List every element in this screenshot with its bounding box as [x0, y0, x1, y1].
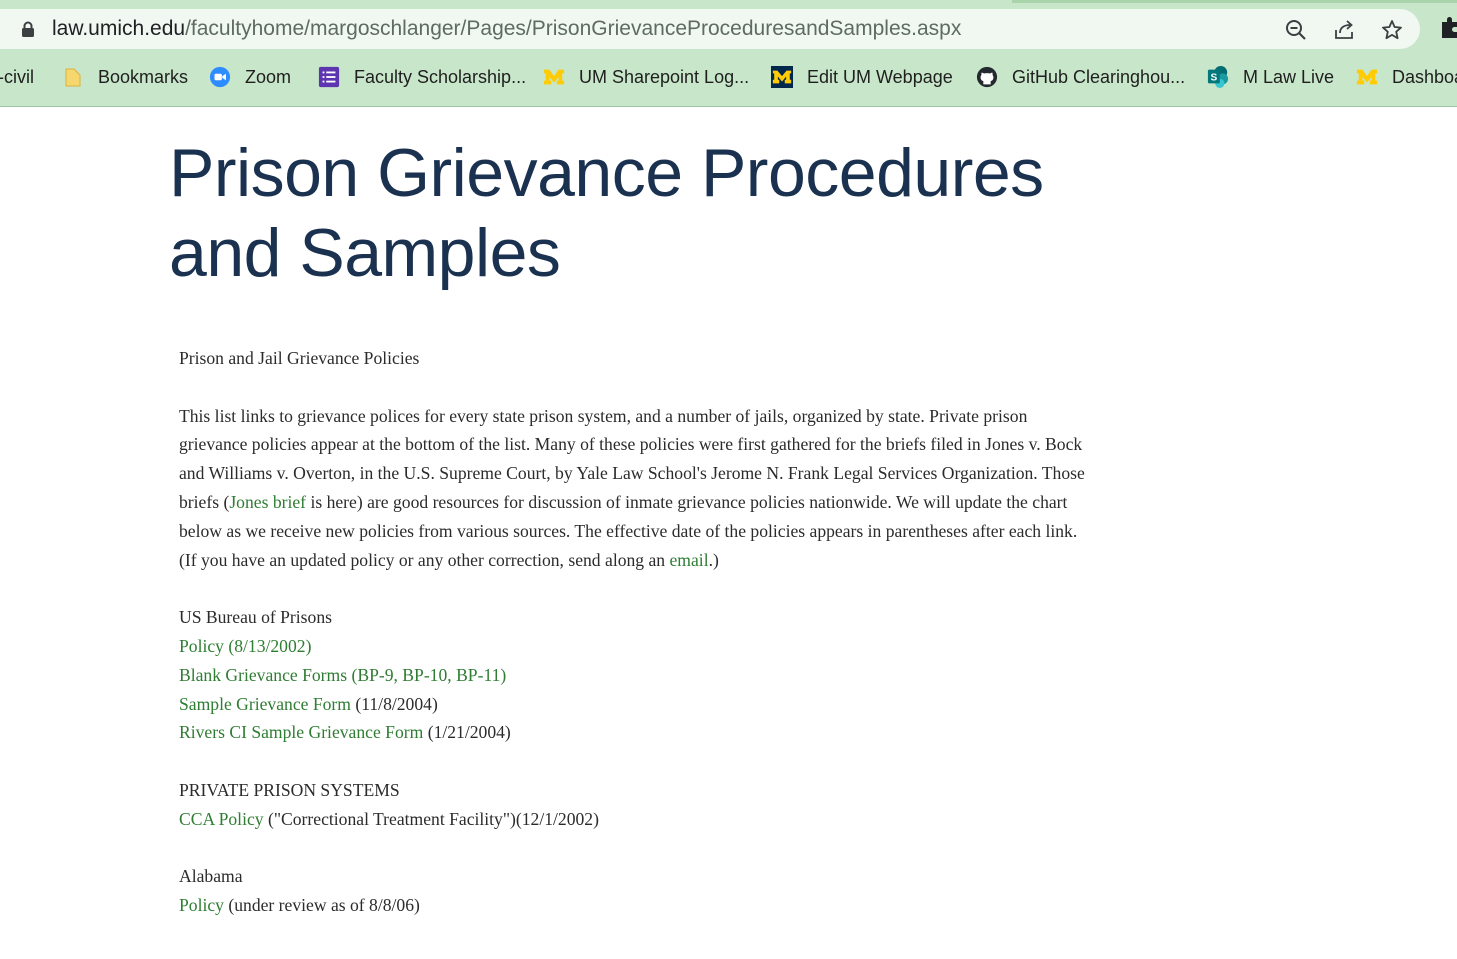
bookmark-label: Faculty Scholarship...: [354, 66, 527, 87]
article-body: Prison and Jail Grievance Policies This …: [179, 344, 1099, 920]
alabama-policy-link[interactable]: Policy: [179, 895, 224, 915]
bookmark-github-clearinghouse[interactable]: GitHub Clearinghou...: [976, 58, 1185, 96]
zoom-out-icon[interactable]: [1283, 17, 1309, 43]
folder-icon: [62, 66, 84, 88]
bookmark-zoom[interactable]: Zoom: [209, 58, 291, 96]
um-block-m-icon: [543, 66, 565, 88]
page-content: Prison Grievance Procedures and Samples …: [0, 107, 1457, 959]
svg-text:S: S: [1211, 73, 1218, 84]
list-item: Sample Grievance Form (11/8/2004): [179, 690, 1099, 719]
alabama-heading: Alabama: [179, 866, 243, 887]
bookmark-label: -civil: [0, 66, 34, 87]
url-path: /facultyhome/margoschlanger/Pages/Prison…: [185, 17, 962, 40]
list-app-icon: [318, 66, 340, 88]
intro-text-3: .): [708, 549, 719, 570]
list-item: Blank Grievance Forms (BP-9, BP-10, BP-1…: [179, 661, 1099, 690]
url-host: law.umich.edu: [52, 17, 186, 40]
um-block-m-icon: [1356, 66, 1378, 88]
item-date: (11/8/2004): [350, 693, 438, 714]
list-item: CCA Policy ("Correctional Treatment Faci…: [179, 805, 1099, 834]
url-text[interactable]: law.umich.edu/facultyhome/margoschlanger…: [52, 17, 961, 41]
jones-brief-link[interactable]: Jones brief: [229, 492, 306, 512]
bop-sample-form-link[interactable]: Sample Grievance Form: [179, 694, 351, 714]
um-block-m-dark-icon: [771, 66, 793, 88]
list-item: Policy (8/13/2002): [179, 632, 1099, 661]
bop-policy-link[interactable]: Policy (8/13/2002): [179, 636, 311, 656]
bookmark-label: Dashboa: [1392, 66, 1457, 87]
intro-text-2: is here) are good resources for discussi…: [179, 491, 1078, 570]
share-icon[interactable]: [1331, 17, 1357, 43]
bookmark-label: Edit UM Webpage: [807, 66, 953, 87]
page-title: Prison Grievance Procedures and Samples: [169, 135, 1044, 291]
private-prisons-heading: PRIVATE PRISON SYSTEMS: [179, 779, 400, 800]
email-link[interactable]: email: [670, 550, 709, 570]
github-icon: [976, 66, 998, 88]
lock-icon[interactable]: [20, 21, 36, 37]
bookmark-bookmarks[interactable]: Bookmarks: [62, 58, 188, 96]
sharepoint-icon: S: [1207, 66, 1229, 88]
star-icon[interactable]: [1379, 17, 1405, 43]
bookmark-label: GitHub Clearinghou...: [1012, 66, 1186, 87]
browser-chrome: law.umich.edu/facultyhome/margoschlanger…: [0, 0, 1457, 107]
bookmark-civil[interactable]: -civil: [0, 58, 34, 96]
bop-heading: US Bureau of Prisons: [179, 607, 332, 628]
bookmark-label: Zoom: [245, 66, 292, 87]
cca-policy-link[interactable]: CCA Policy: [179, 809, 264, 829]
bookmark-label: UM Sharepoint Log...: [579, 66, 750, 87]
bookmark-faculty-scholarship[interactable]: Faculty Scholarship...: [318, 58, 526, 96]
tab-strip: [0, 0, 1457, 6]
intro-paragraph: This list links to grievance polices for…: [179, 402, 1099, 575]
bookmark-label: M Law Live: [1243, 66, 1335, 87]
bookmark-dashboard[interactable]: Dashboa: [1356, 58, 1457, 96]
bookmark-label: Bookmarks: [98, 66, 189, 87]
item-date: (1/21/2004): [423, 722, 511, 743]
section-heading: Prison and Jail Grievance Policies: [179, 348, 420, 368]
bookmarks-bar: -civil Bookmarks Zoom Faculty Scholarshi…: [0, 58, 1457, 96]
item-date: (under review as of 8/8/06): [223, 895, 420, 916]
bookmark-um-sharepoint[interactable]: UM Sharepoint Log...: [543, 58, 749, 96]
item-date: ("Correctional Treatment Facility")(12/1…: [263, 808, 599, 829]
rivers-ci-form-link[interactable]: Rivers CI Sample Grievance Form: [179, 722, 423, 742]
bookmark-edit-um-webpage[interactable]: Edit UM Webpage: [771, 58, 953, 96]
bop-blank-forms-link[interactable]: Blank Grievance Forms (BP-9, BP-10, BP-1…: [179, 665, 506, 685]
extensions-icon[interactable]: [1437, 16, 1457, 40]
list-item: Rivers CI Sample Grievance Form (1/21/20…: [179, 718, 1099, 747]
address-bar[interactable]: law.umich.edu/facultyhome/margoschlanger…: [0, 9, 1420, 49]
bookmark-m-law-live[interactable]: S M Law Live: [1207, 58, 1334, 96]
tab-edge: [1012, 0, 1457, 3]
list-item: Policy (under review as of 8/8/06): [179, 891, 1099, 920]
zoom-app-icon: [209, 66, 231, 88]
